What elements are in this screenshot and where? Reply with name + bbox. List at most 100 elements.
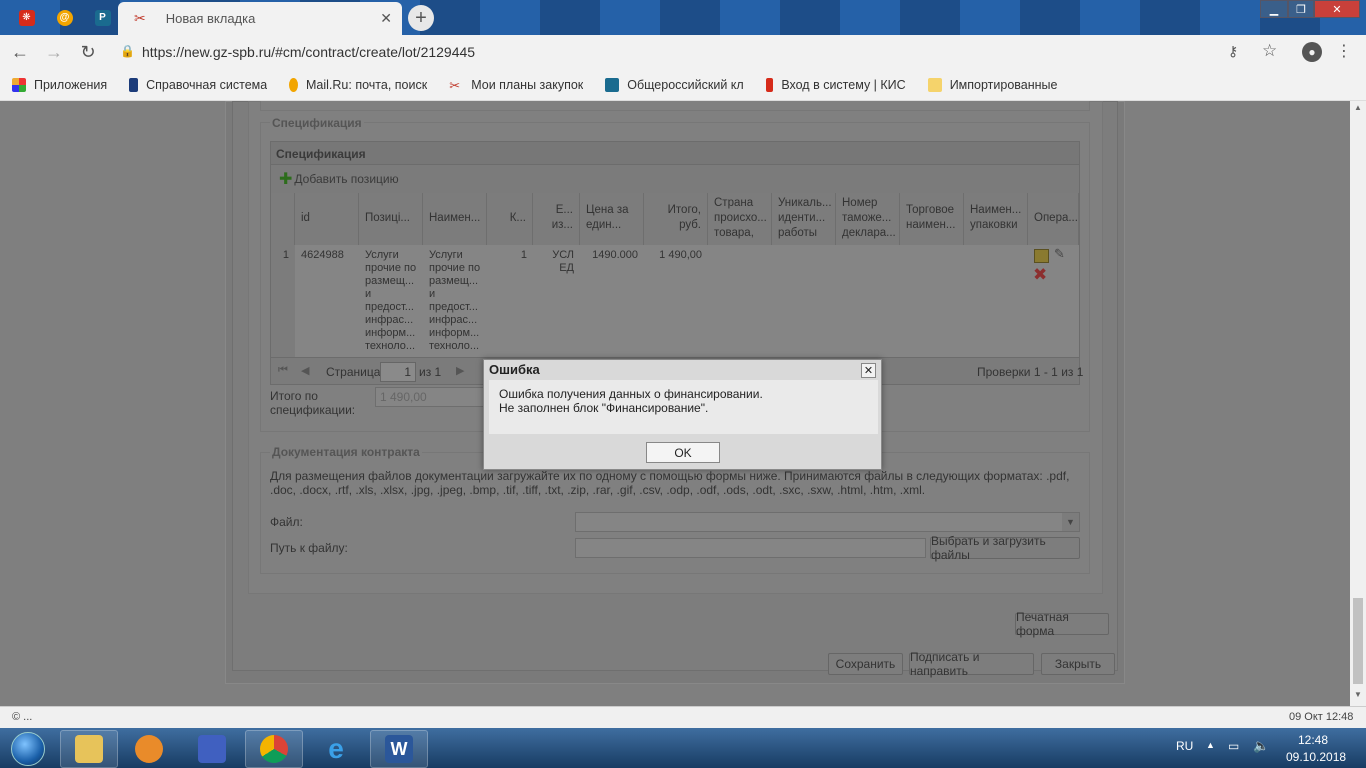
- tab-new-tab[interactable]: ✂ Новая вкладка ✕: [118, 2, 402, 35]
- close-form-button[interactable]: Закрыть: [1041, 653, 1115, 675]
- bookmark-label: Mail.Ru: почта, поиск: [306, 77, 428, 92]
- new-tab-button[interactable]: +: [408, 5, 434, 31]
- docs-legend: Документация контракта: [270, 445, 422, 459]
- taskbar-chrome[interactable]: [245, 730, 303, 768]
- page-scrollbar[interactable]: ▲ ▼: [1350, 101, 1366, 706]
- minimize-icon[interactable]: ▁: [1260, 0, 1288, 18]
- browser-toolbar: ← → ↻ 🔒 https://new.gz-spb.ru/#cm/contra…: [0, 35, 1366, 69]
- col-customs[interactable]: Номер таможе... деклара...: [836, 193, 900, 245]
- pager-summary: Проверки 1 - 1 из 1: [977, 365, 1084, 379]
- row-name: Услуги прочие по размещ... и предост... …: [429, 249, 481, 352]
- col-position[interactable]: Позиці...: [359, 193, 423, 245]
- prev-fieldset: [260, 101, 1090, 111]
- bookmark-label: Общероссийский кл: [627, 77, 744, 92]
- col-total[interactable]: Итого, руб.: [644, 193, 708, 245]
- col-price[interactable]: Цена за един...: [580, 193, 644, 245]
- tools-icon: ✂: [449, 77, 461, 92]
- col-qty[interactable]: К...: [487, 193, 533, 245]
- ok-button[interactable]: OK: [646, 442, 720, 463]
- scroll-up-icon[interactable]: ▲: [1354, 103, 1362, 112]
- pinned-tab-mailru[interactable]: @: [46, 3, 83, 32]
- scroll-down-icon[interactable]: ▼: [1354, 690, 1362, 699]
- start-button[interactable]: [2, 730, 54, 768]
- pinned-tab-kis[interactable]: ❋: [8, 3, 45, 32]
- col-trade-name[interactable]: Торговое наимен...: [900, 193, 964, 245]
- star-icon[interactable]: ☆: [1262, 41, 1277, 61]
- upload-button[interactable]: Выбрать и загрузить файлы: [930, 534, 1080, 562]
- address-bar[interactable]: 🔒 https://new.gz-spb.ru/#cm/contract/cre…: [110, 38, 1290, 66]
- taskbar-explorer[interactable]: [60, 730, 118, 768]
- copyright-text: © ...: [12, 711, 33, 723]
- pinned-tab-rz[interactable]: Р: [84, 3, 121, 32]
- window-close-icon[interactable]: ✕: [1314, 0, 1360, 18]
- delete-icon[interactable]: ✖: [1033, 265, 1047, 285]
- col-unit[interactable]: Е... из...: [533, 193, 580, 245]
- taskbar-word[interactable]: W: [370, 730, 428, 768]
- dialog-line-1: Ошибка получения данных о финансировании…: [499, 387, 763, 401]
- status-bar: © ... 09 Окт 12:48: [0, 706, 1366, 728]
- book-icon: [129, 77, 139, 92]
- add-position-button[interactable]: Добавить позицию: [294, 172, 398, 186]
- key-icon[interactable]: ⚷: [1228, 43, 1238, 60]
- maximize-icon[interactable]: ❐: [1288, 0, 1314, 18]
- file-select[interactable]: [575, 512, 1080, 532]
- profile-icon[interactable]: ●: [1302, 42, 1322, 62]
- row-num: 1: [271, 245, 295, 357]
- bookmark-help[interactable]: Справочная система: [129, 77, 267, 92]
- row-unit: УСЛ ЕД: [552, 249, 574, 274]
- col-name[interactable]: Наимен...: [423, 193, 487, 245]
- url-text[interactable]: https://new.gz-spb.ru/#cm/contract/creat…: [142, 44, 475, 60]
- page-input[interactable]: 1: [380, 362, 416, 382]
- bookmark-label: Вход в систему | КИС: [781, 77, 906, 92]
- col-ops[interactable]: Опера...: [1028, 193, 1079, 245]
- col-id[interactable]: id: [295, 193, 359, 245]
- scroll-doc-icon[interactable]: [1034, 249, 1049, 263]
- save-button[interactable]: Сохранить: [828, 653, 903, 675]
- col-package[interactable]: Наимен... упаковки: [964, 193, 1028, 245]
- tray-expand-icon[interactable]: ▲: [1206, 740, 1215, 750]
- volume-icon[interactable]: 🔈: [1253, 738, 1269, 754]
- print-button[interactable]: Печатная форма: [1015, 610, 1109, 638]
- chevron-down-icon[interactable]: ▼: [1062, 513, 1079, 531]
- add-icon[interactable]: ✚: [279, 169, 292, 189]
- tools-icon: ✂: [134, 10, 146, 26]
- taskbar-media[interactable]: [120, 730, 178, 768]
- menu-icon[interactable]: ⋮: [1336, 41, 1352, 61]
- bookmark-imported[interactable]: Импортированные: [927, 77, 1057, 92]
- network-icon[interactable]: ▭: [1228, 739, 1239, 753]
- taskbar-storage[interactable]: [183, 730, 241, 768]
- explorer-icon: [75, 735, 103, 763]
- path-input[interactable]: [575, 538, 926, 558]
- clock-date[interactable]: 09.10.2018: [1286, 750, 1346, 764]
- scrollbar-thumb[interactable]: [1353, 598, 1363, 684]
- row-position: Услуги прочие по размещ... и предост... …: [365, 249, 417, 352]
- col-country[interactable]: Страна происхо... товара, ...: [708, 193, 772, 245]
- dialog-title: Ошибка: [489, 362, 540, 377]
- prev-page-icon[interactable]: ◀: [301, 364, 309, 377]
- taskbar-ie[interactable]: e: [307, 730, 365, 768]
- clock-time[interactable]: 12:48: [1298, 733, 1328, 747]
- sign-send-button[interactable]: Подписать и направить: [909, 650, 1034, 678]
- bookmark-classifier[interactable]: Общероссийский кл: [605, 77, 744, 92]
- close-icon[interactable]: ✕: [380, 10, 392, 27]
- bookmark-plans[interactable]: ✂ Мои планы закупок: [449, 78, 583, 92]
- first-page-icon[interactable]: ⏮: [278, 364, 288, 377]
- back-icon[interactable]: ←: [6, 38, 34, 66]
- dialog-line-2: Не заполнен блок "Финансирование".: [499, 401, 709, 415]
- bookmark-kis[interactable]: Вход в систему | КИС: [765, 77, 906, 92]
- row-total: 1 490,00: [659, 249, 702, 261]
- col-unique-id[interactable]: Уникаль... иденти... работы ...: [772, 193, 836, 245]
- total-field: 1 490,00: [375, 387, 485, 407]
- next-page-icon[interactable]: ▶: [456, 364, 464, 377]
- forward-icon[interactable]: →: [40, 38, 68, 66]
- page-label: Страница: [326, 365, 381, 379]
- bookmark-mailru[interactable]: Mail.Ru: почта, поиск: [289, 77, 428, 92]
- error-dialog: Ошибка ✕ Ошибка получения данных о финан…: [483, 359, 882, 470]
- language-indicator[interactable]: RU: [1176, 739, 1193, 753]
- grid-title: Спецификация: [270, 141, 1080, 165]
- dialog-close-icon[interactable]: ✕: [861, 363, 876, 378]
- bookmarks-bar: Приложения Справочная система Mail.Ru: п…: [0, 69, 1366, 101]
- bookmark-apps[interactable]: Приложения: [12, 77, 107, 92]
- edit-icon[interactable]: ✎: [1054, 246, 1065, 262]
- reload-icon[interactable]: ↻: [74, 38, 102, 66]
